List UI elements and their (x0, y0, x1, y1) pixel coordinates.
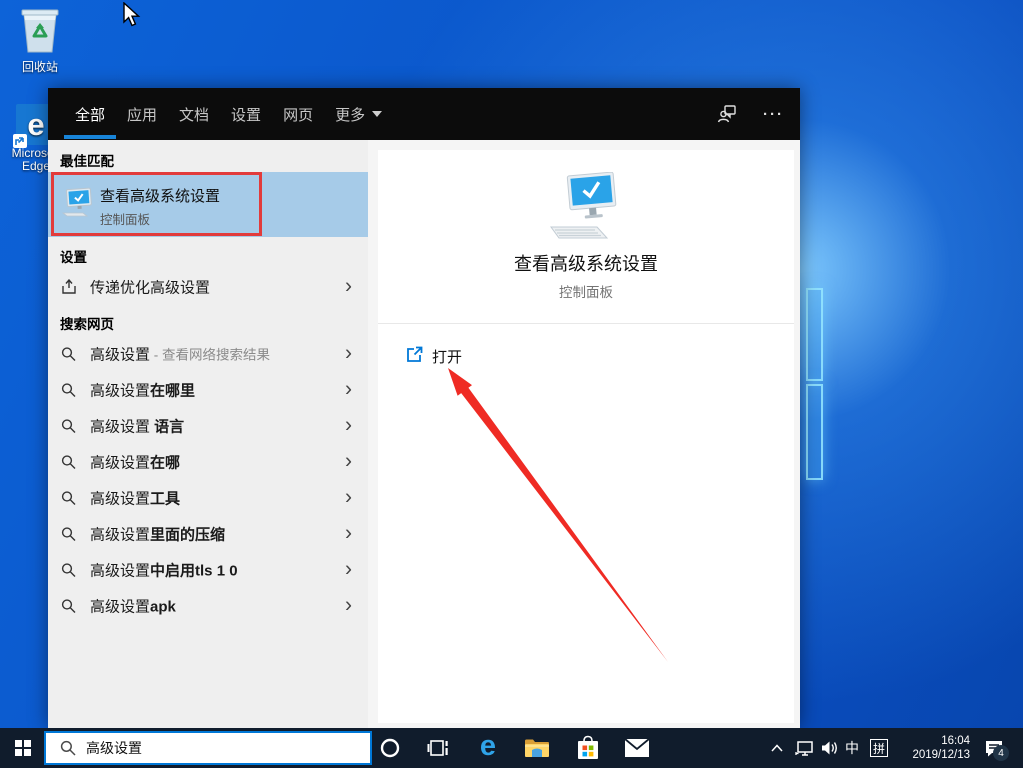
preview-pane: 查看高级系统设置 控制面板 打开 (368, 140, 800, 728)
network-tray-button[interactable] (791, 728, 819, 768)
mail-button[interactable] (617, 728, 657, 768)
network-icon (795, 739, 815, 757)
web-search-item[interactable]: 高级设置在哪里 › (48, 372, 368, 408)
edge-icon: e (480, 732, 496, 761)
section-search-web: 搜索网页 (60, 313, 114, 333)
chevron-right-icon[interactable]: › (345, 379, 352, 400)
tab-more[interactable]: 更多 (335, 104, 382, 125)
cortana-icon (379, 737, 401, 759)
ime-scheme-label: 拼 (870, 739, 888, 757)
folder-icon (524, 737, 550, 759)
annotation-highlight-box (51, 172, 262, 236)
search-input[interactable] (86, 740, 336, 756)
search-icon (61, 527, 76, 542)
open-external-icon (406, 346, 423, 363)
notification-badge: 4 (993, 745, 1009, 761)
web-search-item[interactable]: 高级设置在哪 › (48, 444, 368, 480)
chevron-up-icon (771, 744, 783, 752)
ime-scheme-button[interactable]: 拼 (866, 728, 892, 768)
ime-mode-button[interactable]: 中 (840, 728, 864, 768)
mouse-cursor (122, 2, 144, 28)
tab-documents[interactable]: 文档 (179, 104, 209, 125)
feedback-icon[interactable] (717, 104, 737, 124)
mail-icon (624, 738, 650, 758)
cortana-button[interactable] (370, 728, 410, 768)
ime-mode-label: 中 (845, 738, 859, 758)
chevron-right-icon[interactable]: › (345, 523, 352, 544)
file-explorer-button[interactable] (517, 728, 557, 768)
wallpaper-light-pane (806, 384, 823, 480)
chevron-right-icon[interactable]: › (345, 343, 352, 364)
chevron-right-icon[interactable]: › (345, 487, 352, 508)
edge-taskbar-button[interactable]: e (468, 728, 508, 768)
store-icon (576, 735, 600, 761)
start-button[interactable] (0, 728, 46, 768)
clock-time: 16:04 (941, 734, 970, 748)
taskbar: e (0, 728, 1023, 768)
open-action[interactable]: 打开 (378, 338, 794, 372)
preview-title: 查看高级系统设置 (378, 250, 794, 276)
search-icon (61, 419, 76, 434)
section-best-match: 最佳匹配 (60, 150, 114, 170)
search-icon (61, 347, 76, 362)
task-view-button[interactable] (418, 728, 458, 768)
clock-date: 2019/12/13 (912, 748, 970, 762)
search-icon (61, 599, 76, 614)
web-search-item[interactable]: 高级设置里面的压缩 › (48, 516, 368, 552)
shortcut-arrow-icon (13, 134, 27, 148)
task-view-icon (427, 738, 449, 758)
search-icon (60, 740, 76, 756)
speaker-icon (821, 740, 839, 756)
tab-apps[interactable]: 应用 (127, 104, 157, 125)
search-icon (61, 563, 76, 578)
desktop-icon-label: 回收站 (8, 61, 72, 74)
tab-all[interactable]: 全部 (75, 104, 105, 125)
web-search-item[interactable]: 高级设置 语言 › (48, 408, 368, 444)
settings-result[interactable]: 传递优化高级设置 › (48, 270, 368, 304)
preview-card: 查看高级系统设置 控制面板 打开 (378, 150, 794, 723)
search-panel-header: 全部 应用 文档 设置 网页 更多 ··· (48, 88, 800, 140)
more-options-icon[interactable]: ··· (763, 106, 784, 123)
windows-logo-icon (15, 740, 31, 756)
chevron-right-icon[interactable]: › (345, 595, 352, 616)
search-icon (61, 455, 76, 470)
chevron-right-icon[interactable]: › (345, 451, 352, 472)
divider (378, 323, 794, 324)
desktop-icon-recycle-bin[interactable]: 回收站 (8, 6, 72, 74)
delivery-optimization-icon (61, 279, 77, 295)
taskbar-search-box[interactable] (44, 731, 372, 765)
chevron-right-icon[interactable]: › (345, 415, 352, 436)
search-icon (61, 491, 76, 506)
computer-check-icon (543, 172, 629, 244)
search-icon (61, 383, 76, 398)
preview-subtitle: 控制面板 (378, 281, 794, 301)
tab-web[interactable]: 网页 (283, 104, 313, 125)
tray-expand-button[interactable] (764, 728, 790, 768)
open-label: 打开 (432, 346, 462, 367)
recycle-bin-icon (18, 6, 62, 56)
result-text: 传递优化高级设置 (90, 280, 210, 297)
wallpaper-light-pane (806, 288, 823, 381)
web-search-item[interactable]: 高级设置apk › (48, 588, 368, 624)
web-search-item[interactable]: 高级设置工具 › (48, 480, 368, 516)
dropdown-arrow-icon (372, 111, 382, 117)
clock[interactable]: 16:04 2019/12/13 (898, 728, 970, 768)
chevron-right-icon[interactable]: › (345, 559, 352, 580)
tab-settings[interactable]: 设置 (231, 104, 261, 125)
web-search-item[interactable]: 高级设置 - 查看网络搜索结果 › (48, 336, 368, 372)
section-settings: 设置 (60, 246, 87, 266)
microsoft-store-button[interactable] (568, 728, 608, 768)
web-search-item[interactable]: 高级设置中启用tls 1 0 › (48, 552, 368, 588)
chevron-right-icon[interactable]: › (345, 276, 352, 297)
